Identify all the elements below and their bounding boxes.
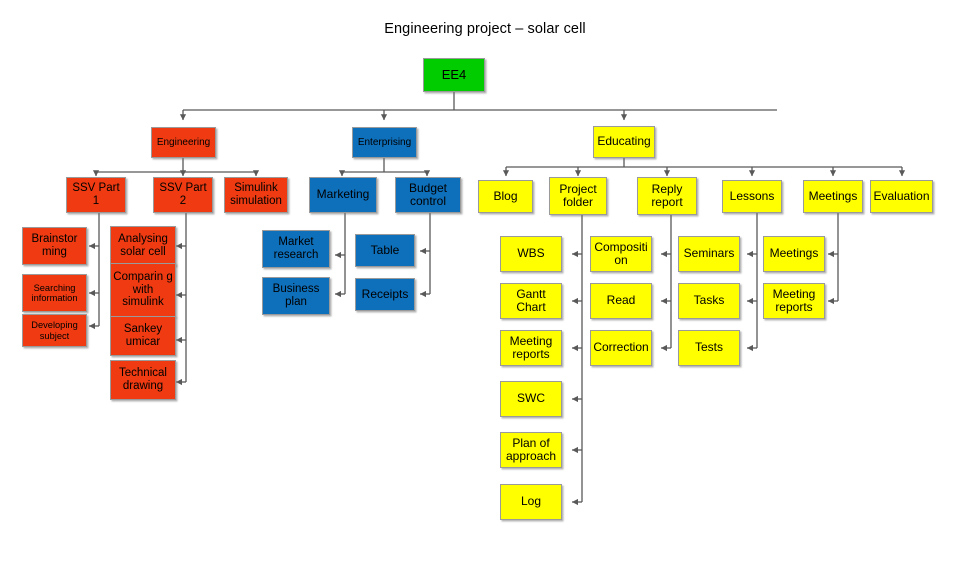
node-comparing-with-simulink[interactable]: Comparin g with simulink (110, 263, 176, 317)
node-log[interactable]: Log (500, 484, 562, 520)
node-table[interactable]: Table (355, 234, 415, 267)
node-tests[interactable]: Tests (678, 330, 740, 366)
node-business-plan[interactable]: Business plan (262, 277, 330, 315)
node-tasks[interactable]: Tasks (678, 283, 740, 319)
node-meeting-reports-meetings[interactable]: Meeting reports (763, 283, 825, 319)
node-ssv-part-1[interactable]: SSV Part 1 (66, 177, 126, 213)
node-reply-report[interactable]: Reply report (637, 177, 697, 215)
diagram-title: Engineering project – solar cell (384, 21, 586, 37)
node-correction[interactable]: Correction (590, 330, 652, 366)
node-read[interactable]: Read (590, 283, 652, 319)
node-seminars[interactable]: Seminars (678, 236, 740, 272)
diagram-canvas: Engineering project – solar cell EE4 Eng… (0, 0, 970, 588)
node-market-research[interactable]: Market research (262, 230, 330, 268)
node-educating[interactable]: Educating (593, 126, 655, 158)
node-evaluation[interactable]: Evaluation (870, 180, 933, 213)
node-ee4[interactable]: EE4 (423, 58, 485, 92)
node-simulink-simulation[interactable]: Simulink simulation (224, 177, 288, 213)
node-swc[interactable]: SWC (500, 381, 562, 417)
node-wbs[interactable]: WBS (500, 236, 562, 272)
node-meetings[interactable]: Meetings (803, 180, 863, 213)
node-plan-of-approach[interactable]: Plan of approach (500, 432, 562, 468)
node-technical-drawing[interactable]: Technical drawing (110, 360, 176, 400)
node-sankey-umicar[interactable]: Sankey umicar (110, 316, 176, 356)
node-gantt-chart[interactable]: Gantt Chart (500, 283, 562, 319)
node-analysing-solar-cell[interactable]: Analysing solar cell (110, 226, 176, 266)
node-ssv-part-2[interactable]: SSV Part 2 (153, 177, 213, 213)
node-lessons[interactable]: Lessons (722, 180, 782, 213)
node-blog[interactable]: Blog (478, 180, 533, 213)
node-meeting-reports-blog[interactable]: Meeting reports (500, 330, 562, 366)
node-marketing[interactable]: Marketing (309, 177, 377, 213)
node-searching-information[interactable]: Searching information (22, 274, 87, 312)
node-composition[interactable]: Compositi on (590, 236, 652, 272)
node-meetings-child[interactable]: Meetings (763, 236, 825, 272)
node-brainstorming[interactable]: Brainstor ming (22, 227, 87, 265)
node-receipts[interactable]: Receipts (355, 278, 415, 311)
node-project-folder[interactable]: Project folder (549, 177, 607, 215)
node-enterprising[interactable]: Enterprising (352, 127, 417, 158)
node-engineering[interactable]: Engineering (151, 127, 216, 158)
node-developing-subject[interactable]: Developing subject (22, 314, 87, 347)
node-budget-control[interactable]: Budget control (395, 177, 461, 213)
